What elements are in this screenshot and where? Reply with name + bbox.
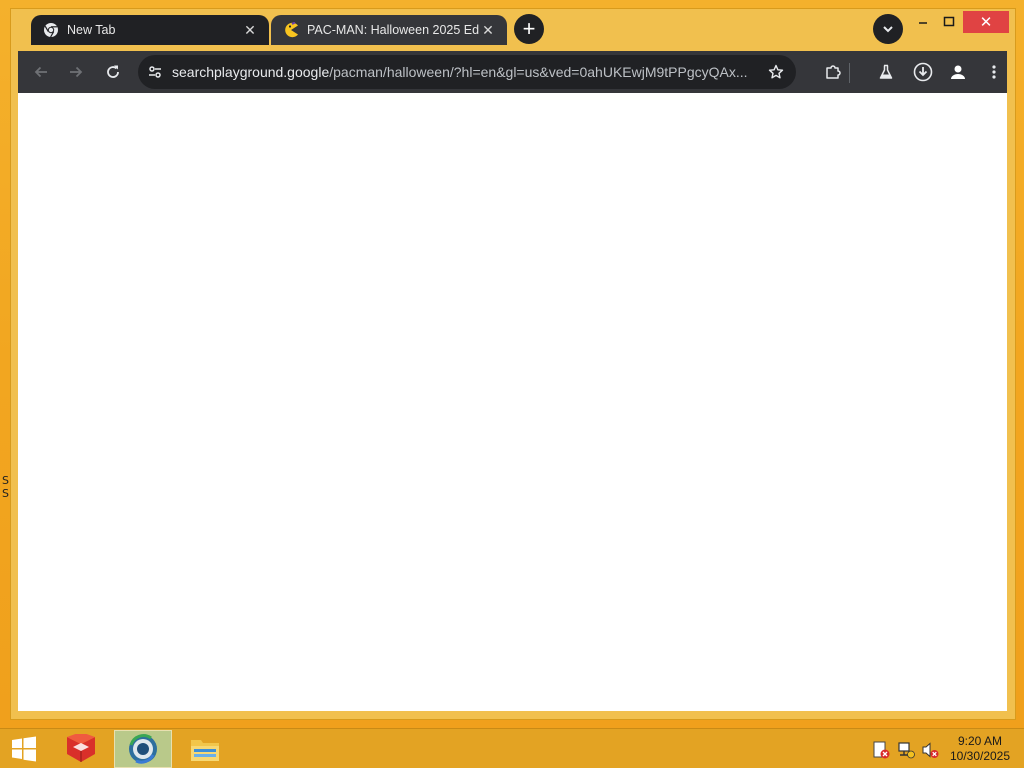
downloads-button[interactable] xyxy=(908,57,938,87)
clock-time: 9:20 AM xyxy=(957,734,1003,748)
taskbar-app-browser[interactable] xyxy=(114,730,172,768)
close-icon: ✕ xyxy=(979,14,993,31)
taskbar-app-redbox[interactable] xyxy=(56,730,106,768)
back-button[interactable] xyxy=(26,57,56,87)
page-content[interactable] xyxy=(18,93,1007,711)
extensions-button[interactable] xyxy=(818,57,848,87)
browser-app-icon xyxy=(129,734,157,764)
puzzle-icon xyxy=(826,65,841,79)
labs-button[interactable] xyxy=(871,57,901,87)
tab-title: PAC-MAN: Halloween 2025 Edit xyxy=(307,23,479,37)
tab-new-tab[interactable]: New Tab ✕ xyxy=(31,15,269,45)
url-path: /pacman/halloween/?hl=en&gl=us&ved=0ahUK… xyxy=(329,64,748,80)
star-icon xyxy=(768,64,784,79)
flask-icon xyxy=(879,64,893,79)
tab-search-button[interactable] xyxy=(873,14,903,44)
start-button[interactable] xyxy=(0,730,48,768)
taskbar-app-file-explorer[interactable] xyxy=(180,730,230,768)
minimize-button[interactable] xyxy=(911,11,935,33)
menu-button[interactable] xyxy=(979,57,1009,87)
chevron-down-icon xyxy=(883,26,893,33)
speaker-muted-icon[interactable] xyxy=(921,741,939,759)
site-info-button[interactable] xyxy=(142,59,168,85)
download-icon xyxy=(913,62,933,82)
browser-toolbar: searchplayground.google/pacman/halloween… xyxy=(18,51,1007,93)
tab-title: New Tab xyxy=(67,23,116,37)
chrome-icon xyxy=(43,22,59,38)
browser-window: New Tab ✕ PAC-MAN: Halloween 2025 Edit ✕… xyxy=(10,8,1016,720)
taskbar: 9:20 AM 10/30/2025 xyxy=(0,728,1024,768)
maximize-icon xyxy=(943,16,955,27)
url-host: searchplayground.google xyxy=(172,64,330,80)
network-icon[interactable] xyxy=(897,741,915,759)
clock-date: 10/30/2025 xyxy=(949,749,1011,763)
new-tab-button[interactable]: + xyxy=(514,14,544,44)
windows-logo-icon xyxy=(12,736,36,762)
bookmark-button[interactable] xyxy=(762,59,790,85)
tab-close-icon[interactable]: ✕ xyxy=(241,21,259,39)
forward-button[interactable] xyxy=(61,57,91,87)
pacman-favicon xyxy=(283,21,299,38)
tab-close-icon[interactable]: ✕ xyxy=(479,21,497,39)
red-box-app-icon xyxy=(67,734,95,762)
tab-strip: New Tab ✕ PAC-MAN: Halloween 2025 Edit ✕… xyxy=(11,9,1015,51)
profile-icon xyxy=(951,65,965,79)
reload-button[interactable] xyxy=(98,57,128,87)
url-text[interactable]: searchplayground.google/pacman/halloween… xyxy=(172,55,756,89)
back-arrow-icon xyxy=(34,66,47,78)
system-clock[interactable]: 9:20 AM 10/30/2025 xyxy=(944,734,1016,764)
profile-button[interactable] xyxy=(943,57,973,87)
tab-pacman[interactable]: PAC-MAN: Halloween 2025 Edit ✕ xyxy=(271,15,507,45)
close-window-button[interactable]: ✕ xyxy=(963,11,1009,33)
tune-icon xyxy=(149,66,161,78)
minimize-icon xyxy=(919,22,927,24)
maximize-button[interactable] xyxy=(937,11,961,33)
toolbar-separator xyxy=(849,63,850,83)
action-center-alert-icon[interactable] xyxy=(872,741,890,759)
forward-arrow-icon xyxy=(70,66,83,78)
folder-icon xyxy=(191,740,219,761)
address-bar[interactable]: searchplayground.google/pacman/halloween… xyxy=(138,55,796,89)
more-vert-icon xyxy=(992,65,996,79)
reload-icon xyxy=(107,65,119,78)
